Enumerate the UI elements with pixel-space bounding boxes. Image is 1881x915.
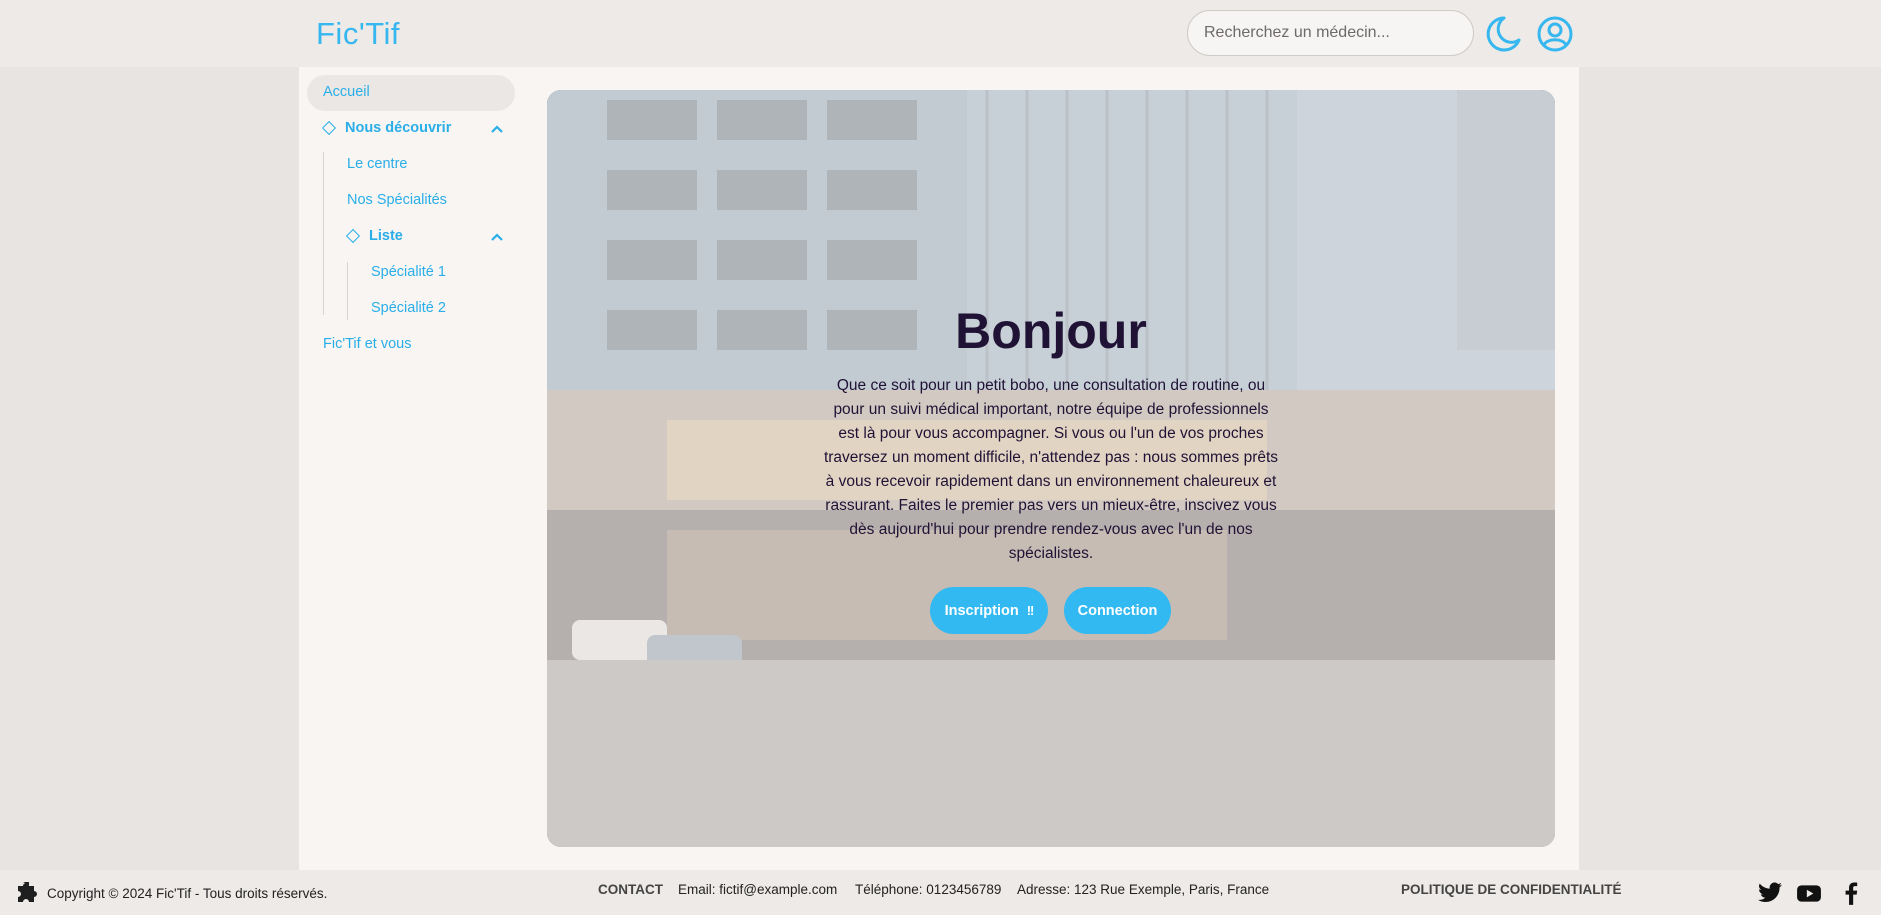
header: Fic'Tif (0, 0, 1881, 67)
sidebar-item-le-centre[interactable]: Le centre (347, 156, 407, 172)
sidebar-item-fictif-et-vous[interactable]: Fic'Tif et vous (323, 336, 411, 352)
sidebar-item-nous-decouvrir[interactable]: Nous découvrir (345, 120, 451, 136)
privacy-link[interactable]: POLITIQUE DE CONFIDENTIALITÉ (1401, 882, 1622, 897)
exclamation-icon: !! (1026, 603, 1035, 618)
connection-button[interactable]: Connection (1064, 587, 1171, 634)
copyright-text: Copyright © 2024 Fic'Tif - Tous droits r… (47, 886, 328, 901)
sidebar-item-specialite-1[interactable]: Spécialité 1 (371, 264, 446, 280)
phone-text: Téléphone: 0123456789 (855, 882, 1002, 897)
logo[interactable]: Fic'Tif (316, 16, 400, 52)
twitter-icon[interactable] (1757, 880, 1783, 906)
youtube-icon[interactable] (1796, 880, 1822, 906)
inscription-button[interactable]: Inscription !! (930, 587, 1048, 634)
contact-label[interactable]: CONTACT (598, 882, 663, 897)
sidebar-item-specialite-2[interactable]: Spécialité 2 (371, 300, 446, 316)
email-text[interactable]: Email: fictif@example.com (678, 882, 837, 897)
tree-line (323, 152, 324, 315)
inscription-label: Inscription (944, 602, 1019, 619)
tree-line (347, 262, 348, 320)
moon-icon[interactable] (1482, 14, 1522, 54)
hero-banner: Bonjour Que ce soit pour un petit bobo, … (547, 90, 1555, 847)
footer: Copyright © 2024 Fic'Tif - Tous droits r… (0, 870, 1881, 915)
sidebar-item-liste[interactable]: Liste (369, 228, 403, 244)
chevron-up-icon[interactable] (490, 124, 504, 134)
search-input[interactable] (1187, 10, 1474, 56)
facebook-icon[interactable] (1838, 880, 1864, 906)
sidebar-item-nos-specialites[interactable]: Nos Spécialités (347, 192, 447, 208)
address-text: Adresse: 123 Rue Exemple, Paris, France (1017, 882, 1270, 897)
sidebar-item-accueil[interactable]: Accueil (323, 84, 370, 100)
user-icon[interactable] (1535, 14, 1575, 54)
puzzle-icon (18, 882, 37, 902)
hero-title: Bonjour (955, 303, 1147, 359)
chevron-up-icon[interactable] (490, 232, 504, 242)
hero-text: Que ce soit pour un petit bobo, une cons… (823, 377, 1279, 562)
